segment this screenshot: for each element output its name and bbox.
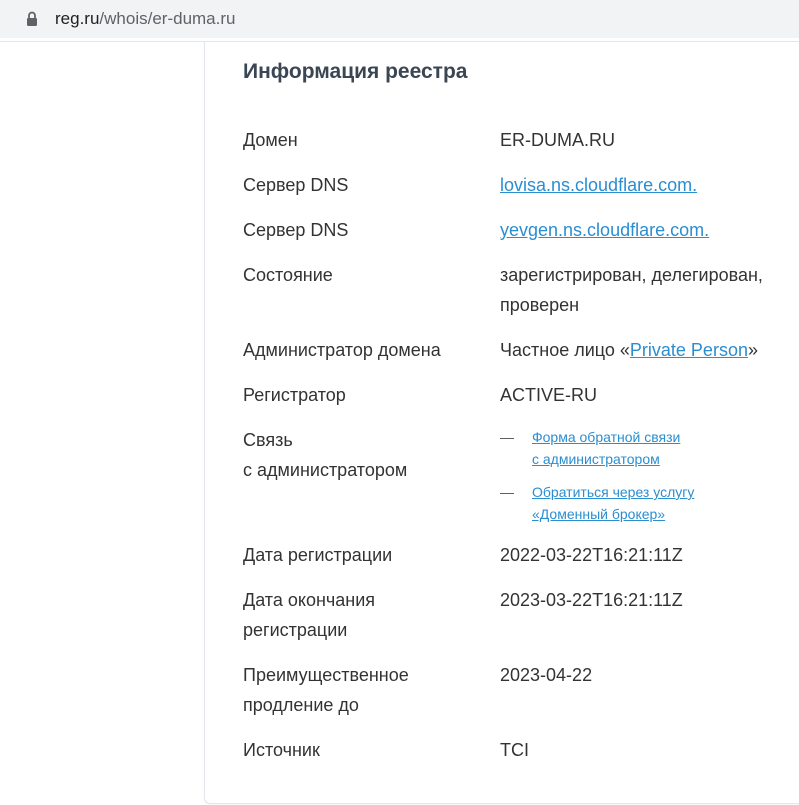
admin-label: Администратор домена <box>243 340 441 360</box>
dash: — <box>500 429 514 445</box>
created-value: 2022-03-22T16:21:11Z <box>500 545 683 565</box>
url-text[interactable]: reg.ru/whois/er-duma.ru <box>55 8 235 30</box>
broker-link-line1: Обратиться через услугу <box>532 484 695 500</box>
admin-link[interactable]: Private Person <box>630 340 748 360</box>
feedback-link-line1: Форма обратной связи <box>532 429 681 445</box>
dns1-link[interactable]: lovisa.ns.cloudflare.com. <box>500 175 697 195</box>
domain-label: Домен <box>243 130 298 150</box>
dns2-value: yevgen.ns.cloudflare.com. <box>500 215 709 245</box>
state-value-line2: проверен <box>500 295 580 315</box>
registrar-label: Регистратор <box>243 385 346 405</box>
url-host: reg.ru <box>55 9 100 28</box>
expires-label-line1: Дата окончания <box>243 590 376 610</box>
section-title: Информация реестра <box>243 60 468 83</box>
admin-prefix: Частное лицо « <box>500 340 630 360</box>
broker-link-wrap: Обратиться через услугу «Доменный брокер» <box>532 481 694 525</box>
registrar-value: ACTIVE-RU <box>500 385 598 405</box>
dns2-label: Сервер DNS <box>243 220 349 240</box>
feedback-link-line2: с администратором <box>532 451 660 467</box>
renewal-label-line2: продление до <box>243 695 359 715</box>
broker-link-line2: «Доменный брокер» <box>532 506 666 522</box>
state-value-line1: зарегистрирован, делегирован, <box>500 265 763 285</box>
feedback-form-link[interactable]: Форма обратной связи с администратором <box>532 429 680 467</box>
expires-label-line2: регистрации <box>243 620 348 640</box>
source-value: TCI <box>500 740 529 760</box>
url-path: /whois/er-duma.ru <box>99 9 236 28</box>
browser-address-bar: reg.ru/whois/er-duma.ru <box>0 0 799 38</box>
dns2-link[interactable]: yevgen.ns.cloudflare.com. <box>500 220 709 240</box>
domain-value: ER-DUMA.RU <box>500 130 615 150</box>
expires-value: 2023-03-22T16:21:11Z <box>500 590 683 610</box>
renewal-value: 2023-04-22 <box>500 665 593 685</box>
admin-value: Частное лицо «Private Person» <box>500 335 758 365</box>
left-gutter <box>0 42 204 805</box>
dash: — <box>500 484 514 500</box>
admin-suffix: » <box>747 340 758 360</box>
dns1-value: lovisa.ns.cloudflare.com. <box>500 170 697 200</box>
source-label: Источник <box>243 740 320 760</box>
created-label: Дата регистрации <box>243 545 393 565</box>
dns1-label: Сервер DNS <box>243 175 349 195</box>
contact-label-line2: с администратором <box>243 460 408 480</box>
contact-label-line1: Связь <box>243 430 293 450</box>
feedback-form-link-wrap: Форма обратной связи с администратором <box>532 426 680 470</box>
domain-broker-link[interactable]: Обратиться через услугу «Доменный брокер» <box>532 484 694 522</box>
lock-icon[interactable] <box>26 11 38 27</box>
state-label: Состояние <box>243 265 333 285</box>
renewal-label-line1: Преимущественное <box>243 665 409 685</box>
